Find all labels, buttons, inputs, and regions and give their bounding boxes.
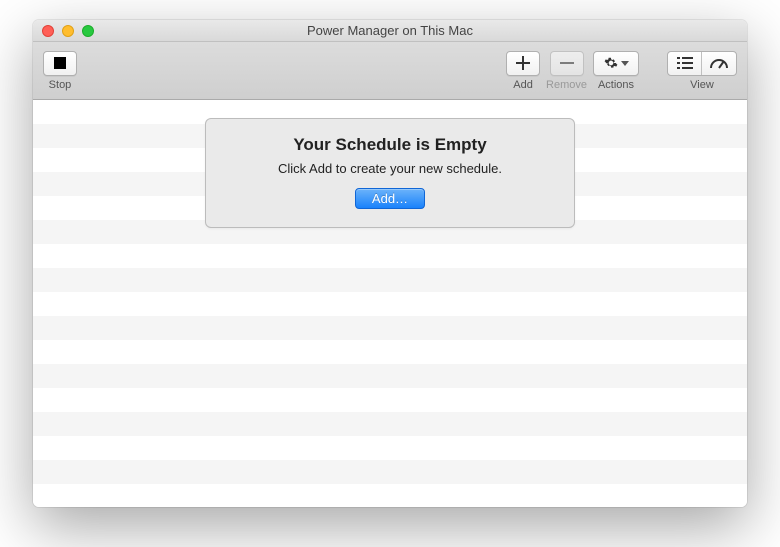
view-segment: [667, 51, 737, 76]
view-label: View: [690, 79, 714, 91]
empty-schedule-panel: Your Schedule is Empty Click Add to crea…: [205, 118, 575, 228]
view-gauge-button[interactable]: [702, 52, 736, 75]
minimize-window-button[interactable]: [62, 25, 74, 37]
add-tool-group: Add: [506, 51, 540, 91]
remove-label: Remove: [546, 79, 587, 91]
view-tool-group: View: [667, 51, 737, 91]
add-schedule-button[interactable]: Add…: [355, 188, 425, 209]
remove-tool-group: Remove: [546, 51, 587, 91]
minus-icon: [560, 56, 574, 70]
stop-label: Stop: [49, 79, 72, 91]
empty-title: Your Schedule is Empty: [226, 135, 554, 155]
remove-button[interactable]: [550, 51, 584, 76]
gear-icon: [604, 56, 618, 70]
traffic-lights: [33, 25, 94, 37]
content-area: Your Schedule is Empty Click Add to crea…: [33, 100, 747, 507]
window-title: Power Manager on This Mac: [33, 23, 747, 38]
stop-button[interactable]: [43, 51, 77, 76]
list-row: [33, 412, 747, 436]
stop-tool-group: Stop: [43, 51, 77, 91]
view-list-button[interactable]: [668, 52, 702, 75]
list-row: [33, 460, 747, 484]
actions-label: Actions: [598, 79, 634, 91]
zoom-window-button[interactable]: [82, 25, 94, 37]
gauge-icon: [710, 57, 728, 69]
list-row: [33, 316, 747, 340]
toolbar: Stop Add Remove Actions: [33, 42, 747, 100]
empty-subtitle: Click Add to create your new schedule.: [226, 161, 554, 176]
add-button[interactable]: [506, 51, 540, 76]
plus-icon: [516, 56, 530, 70]
chevron-down-icon: [621, 61, 629, 66]
titlebar: Power Manager on This Mac: [33, 20, 747, 42]
add-label: Add: [513, 79, 533, 91]
list-row: [33, 268, 747, 292]
actions-tool-group: Actions: [593, 51, 639, 91]
stop-icon: [54, 57, 66, 69]
list-row: [33, 364, 747, 388]
list-icon: [677, 57, 693, 69]
app-window: Power Manager on This Mac Stop Add Remov…: [33, 20, 747, 507]
actions-button[interactable]: [593, 51, 639, 76]
close-window-button[interactable]: [42, 25, 54, 37]
